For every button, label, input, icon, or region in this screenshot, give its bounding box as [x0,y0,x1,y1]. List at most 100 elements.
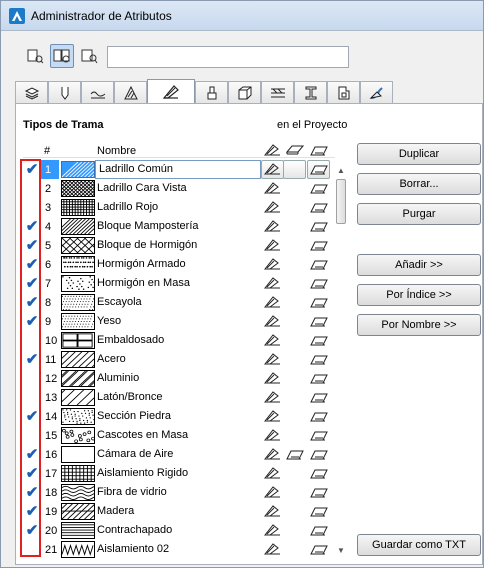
list-scrollbar[interactable]: ▲ ▼ [335,164,347,557]
title-bar: Administrador de Atributos [1,1,483,31]
table-row[interactable]: 13 Latón/Bronce [23,388,335,407]
table-row[interactable]: ✔ 19 Madera [23,502,335,521]
fill-name: Aislamiento Rigido [97,467,189,479]
search-input[interactable] [107,46,349,68]
fill-hatch-icon [162,85,179,99]
table-row[interactable]: ✔ 14 Sección Piedra [23,407,335,426]
row-number: 20 [45,525,58,537]
duplicate-button[interactable]: Duplicar [357,143,481,165]
fill-pattern-swatch [61,294,95,311]
table-row[interactable]: ✔ 16 Cámara de Aire [23,445,335,464]
use-toggle-button[interactable] [283,160,306,179]
fill-use-icon [263,277,280,289]
by-name-button[interactable]: Por Nombre >> [357,314,481,336]
tab-pens[interactable] [48,81,81,103]
scroll-up-icon[interactable]: ▲ [337,166,345,175]
tab-composites[interactable] [261,81,294,103]
fill-pattern-swatch [61,465,95,482]
table-row[interactable]: ✔ 17 Aislamiento Rigido [23,464,335,483]
surface-use-icon [286,450,304,460]
delete-button[interactable]: Borrar... [357,173,481,195]
table-row[interactable]: ✔ 7 Hormigón en Masa [23,274,335,293]
fill-use-icon [263,220,280,232]
view-columns-button[interactable] [50,44,74,68]
fill-pattern-swatch [61,313,95,330]
surface-use-icon [310,393,328,403]
surface-use-icon [310,184,328,194]
table-row[interactable]: 3 Ladrillo Rojo [23,198,335,217]
table-row[interactable]: ✔ 18 Fibra de vidrio [23,483,335,502]
fill-name: Contrachapado [97,524,173,536]
scroll-thumb[interactable] [336,179,346,224]
row-number: 3 [45,202,52,214]
row-number: 2 [45,183,52,195]
column-number[interactable]: # [44,145,50,157]
view-columns-icon [53,49,70,63]
fill-pattern-swatch [61,446,95,463]
table-row[interactable]: 21 Aislamiento 02 [23,540,335,559]
i-beam-icon [305,86,317,100]
fill-name: Hormigón Armado [97,258,186,270]
table-row[interactable]: 2 Ladrillo Cara Vista [23,179,335,198]
table-row[interactable]: ✔ 8 Escayola [23,293,335,312]
row-number: 11 [45,354,57,366]
tab-line-types[interactable] [81,81,114,103]
save-as-txt-button[interactable]: Guardar como TXT [357,534,481,556]
fill-pattern-swatch [61,332,95,349]
view-details-button[interactable] [77,44,101,68]
tab-profiles[interactable] [294,81,327,103]
fill-name: Madera [97,505,135,517]
list-header: # Nombre [23,141,335,158]
surface-use-icon [310,260,328,270]
fill-name: Embaldosado [97,334,165,346]
tab-zone-categories[interactable] [327,81,360,103]
column-cover-fill-icon[interactable] [285,143,305,157]
tab-fills[interactable] [114,81,147,103]
table-row[interactable]: 10 Embaldosado [23,331,335,350]
fill-use-icon [263,429,280,441]
surface-use-icon [310,450,328,460]
fill-name: Hormigón en Masa [97,277,190,289]
list-heading: Tipos de Trama [23,119,104,131]
table-row[interactable]: ✔ 5 Bloque de Hormigón [23,236,335,255]
row-number: 14 [45,411,58,423]
fill-pattern-swatch [61,218,95,235]
tab-layers[interactable] [15,81,48,103]
tab-surfaces[interactable] [360,81,393,103]
by-index-button[interactable]: Por Índice >> [357,284,481,306]
surface-use-icon [310,279,328,289]
tab-surface-painter[interactable] [195,81,228,103]
view-list-button[interactable] [23,44,47,68]
fill-use-icon [263,353,280,365]
row-number: 9 [45,316,52,328]
scroll-down-icon[interactable]: ▼ [337,546,345,555]
table-row[interactable]: ✔ 9 Yeso [23,312,335,331]
fill-pattern-swatch [61,484,95,501]
tab-fill-types[interactable] [147,79,195,104]
tab-building-materials[interactable] [228,81,261,103]
column-name[interactable]: Nombre [97,145,136,157]
purge-button[interactable]: Purgar [357,203,481,225]
column-surface-icon[interactable] [309,143,329,157]
fill-name: Aislamiento 02 [97,543,170,555]
table-row[interactable]: 12 Aluminio [23,369,335,388]
table-row[interactable]: ✔ 1 Ladrillo Común [23,160,335,179]
fill-name: Cascotes en Masa [97,429,189,441]
table-row[interactable]: ✔ 6 Hormigón Armado [23,255,335,274]
zone-category-icon [338,86,350,100]
row-number: 10 [45,335,58,347]
row-number: 7 [45,278,52,290]
table-row[interactable]: 15 Cascotes en Masa [23,426,335,445]
surface-use-icon [310,222,328,232]
table-row[interactable]: ✔ 11 Acero [23,350,335,369]
fill-pattern-swatch [61,256,95,273]
table-row[interactable]: ✔ 20 Contrachapado [23,521,335,540]
table-row[interactable]: ✔ 4 Bloque Mampostería [23,217,335,236]
fill-name: Escayola [97,296,142,308]
append-button[interactable]: Añadir >> [357,254,481,276]
fill-use-icon [263,505,280,517]
row-number: 1 [45,164,52,176]
view-details-icon [81,49,98,64]
surface-use-icon [310,526,328,536]
column-fill-icon[interactable] [263,143,283,157]
